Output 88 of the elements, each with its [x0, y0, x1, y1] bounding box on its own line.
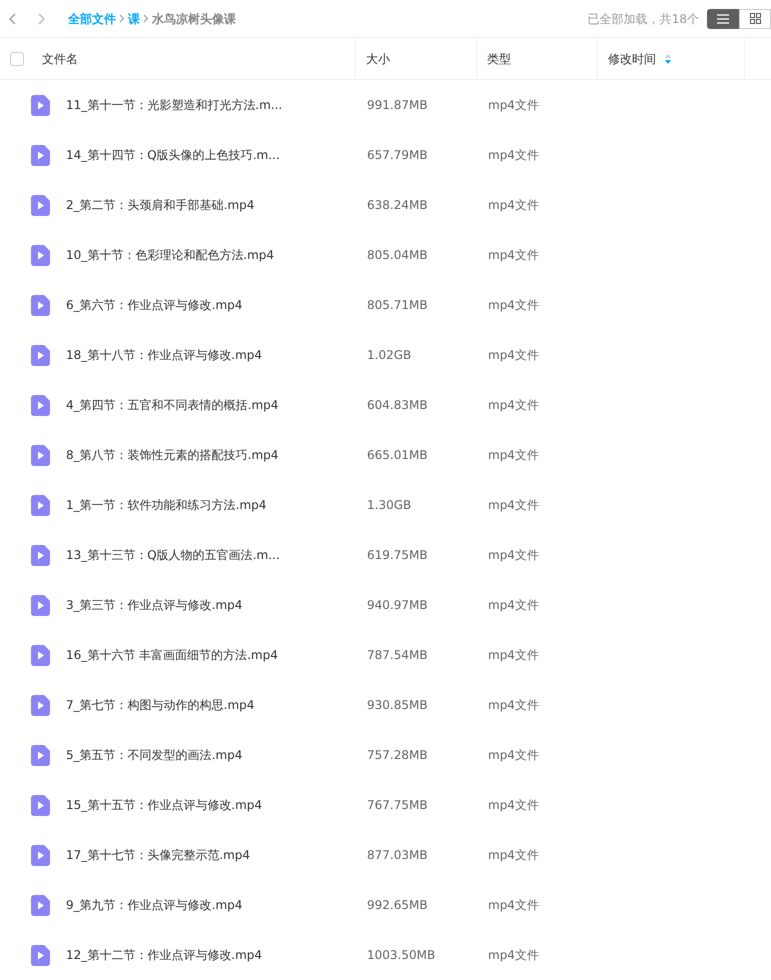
file-name[interactable]: 18_第十八节：作业点评与修改.mp4	[66, 346, 262, 364]
chevron-icon	[143, 14, 149, 23]
file-type: mp4文件	[488, 648, 539, 662]
file-size: 767.75MB	[367, 798, 428, 812]
video-file-icon	[31, 694, 50, 716]
file-type: mp4文件	[488, 448, 539, 462]
file-name[interactable]: 9_第九节：作业点评与修改.mp4	[66, 896, 242, 914]
list-view-button[interactable]	[707, 8, 739, 28]
file-size: 991.87MB	[367, 98, 428, 112]
file-size: 1.02GB	[367, 348, 412, 362]
file-type: mp4文件	[488, 148, 539, 162]
file-name[interactable]: 3_第三节：作业点评与修改.mp4	[66, 596, 242, 614]
file-type: mp4文件	[488, 498, 539, 512]
file-type: mp4文件	[488, 848, 539, 862]
back-icon[interactable]	[8, 12, 16, 24]
file-type: mp4文件	[488, 948, 539, 962]
file-name[interactable]: 13_第十三节：Q版人物的五官画法.m...	[66, 546, 280, 564]
video-file-icon	[31, 844, 50, 866]
video-file-icon	[31, 394, 50, 416]
file-name[interactable]: 4_第四节：五官和不同表情的概括.mp4	[66, 396, 278, 414]
file-name[interactable]: 1_第一节：软件功能和练习方法.mp4	[66, 496, 266, 514]
file-size: 665.01MB	[367, 448, 428, 462]
video-file-icon	[31, 894, 50, 916]
file-type: mp4文件	[488, 548, 539, 562]
video-file-icon	[31, 444, 50, 466]
file-size: 805.71MB	[367, 298, 428, 312]
file-size: 940.97MB	[367, 598, 428, 612]
grid-icon	[750, 13, 760, 24]
file-type: mp4文件	[488, 198, 539, 212]
file-size: 877.03MB	[367, 848, 428, 862]
file-name[interactable]: 15_第十五节：作业点评与修改.mp4	[66, 796, 262, 814]
video-file-icon	[31, 794, 50, 816]
file-type: mp4文件	[488, 298, 539, 312]
chevron-icon	[119, 14, 125, 23]
file-name[interactable]: 11_第十一节：光影塑造和打光方法.m...	[66, 96, 282, 114]
file-name[interactable]: 5_第五节：不同发型的画法.mp4	[66, 746, 242, 764]
video-file-icon	[31, 494, 50, 516]
video-file-icon	[31, 594, 50, 616]
file-size: 930.85MB	[367, 698, 428, 712]
file-type: mp4文件	[488, 898, 539, 912]
video-file-icon	[31, 344, 50, 366]
select-all-checkbox[interactable]	[10, 52, 24, 66]
video-file-icon	[31, 744, 50, 766]
file-size: 657.79MB	[367, 148, 428, 162]
video-file-icon	[31, 294, 50, 316]
file-name[interactable]: 14_第十四节：Q版头像的上色技巧.m...	[66, 146, 280, 164]
column-header[interactable]: 类型	[487, 50, 511, 68]
file-size: 787.54MB	[367, 648, 428, 662]
file-type: mp4文件	[488, 798, 539, 812]
file-type: mp4文件	[488, 698, 539, 712]
video-file-icon	[31, 94, 50, 116]
file-type: mp4文件	[488, 748, 539, 762]
file-size: 638.24MB	[367, 198, 428, 212]
file-type: mp4文件	[488, 248, 539, 262]
forward-icon[interactable]	[38, 12, 46, 24]
file-name[interactable]: 7_第七节：构图与动作的构思.mp4	[66, 696, 254, 714]
video-file-icon	[31, 644, 50, 666]
file-type: mp4文件	[488, 598, 539, 612]
load-status: 已全部加载，共18个	[588, 10, 699, 28]
video-file-icon	[31, 144, 50, 166]
file-name[interactable]: 6_第六节：作业点评与修改.mp4	[66, 296, 242, 314]
file-size: 805.04MB	[367, 248, 428, 262]
file-size: 619.75MB	[367, 548, 428, 562]
column-header[interactable]: 修改时间	[608, 50, 656, 68]
file-size: 1.30GB	[367, 498, 412, 512]
file-type: mp4文件	[488, 398, 539, 412]
file-size: 1003.50MB	[367, 948, 436, 962]
sort-icon[interactable]	[665, 54, 671, 64]
grid-view-button[interactable]	[739, 8, 771, 28]
file-size: 757.28MB	[367, 748, 428, 762]
file-size: 992.65MB	[367, 898, 428, 912]
video-file-icon	[31, 544, 50, 566]
video-file-icon	[31, 244, 50, 266]
file-name[interactable]: 10_第十节：色彩理论和配色方法.mp4	[66, 246, 274, 264]
file-name[interactable]: 16_第十六节 丰富画面细节的方法.mp4	[66, 646, 278, 664]
file-name[interactable]: 12_第十二节：作业点评与修改.mp4	[66, 946, 262, 964]
file-name[interactable]: 8_第八节：装饰性元素的搭配技巧.mp4	[66, 446, 278, 464]
column-header[interactable]: 大小	[366, 50, 390, 68]
video-file-icon	[31, 194, 50, 216]
file-type: mp4文件	[488, 98, 539, 112]
breadcrumb-current: 水鸟凉树头像课	[152, 10, 236, 28]
file-name[interactable]: 2_第二节：头颈肩和手部基础.mp4	[66, 196, 254, 214]
file-type: mp4文件	[488, 348, 539, 362]
list-icon	[717, 14, 729, 24]
column-header[interactable]: 文件名	[42, 50, 78, 68]
file-size: 604.83MB	[367, 398, 428, 412]
video-file-icon	[31, 944, 50, 966]
file-name[interactable]: 17_第十七节：头像完整示范.mp4	[66, 846, 250, 864]
